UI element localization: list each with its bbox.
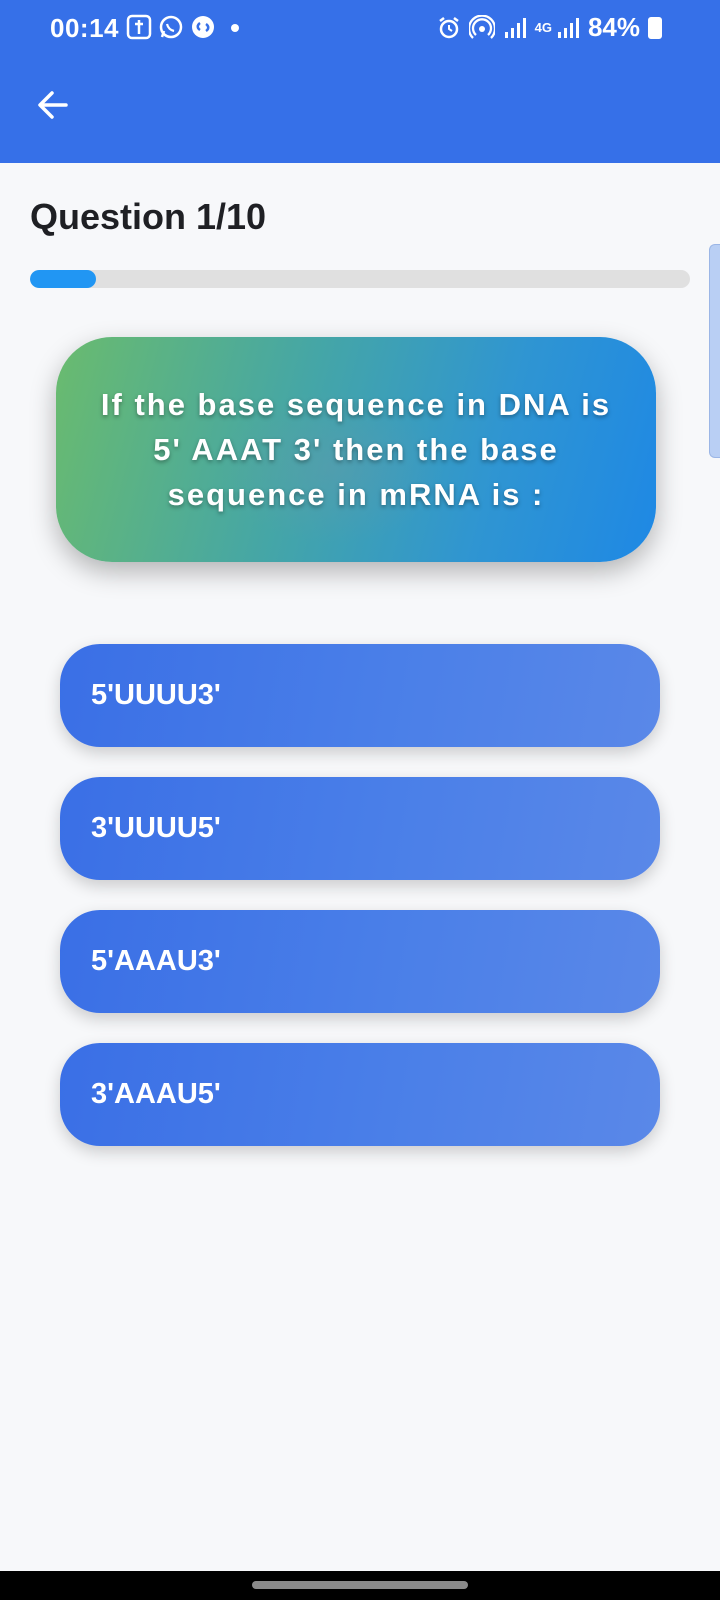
status-bar: 00:14 4G 84% bbox=[0, 0, 720, 56]
navigation-bar bbox=[0, 1571, 720, 1600]
progress-bar-fill bbox=[30, 270, 96, 288]
battery-charging-icon bbox=[648, 16, 662, 39]
question-text: If the base sequence in DNA is 5' AAAT 3… bbox=[100, 387, 612, 512]
4g-signal-icon: 4G bbox=[535, 16, 580, 40]
bible-app-icon bbox=[126, 14, 152, 40]
scrollbar[interactable] bbox=[709, 244, 720, 458]
signal-icon bbox=[504, 17, 526, 38]
hotspot-icon bbox=[468, 14, 495, 39]
whatsapp-icon bbox=[158, 14, 184, 40]
shazam-icon bbox=[190, 14, 216, 40]
question-counter: Question 1/10 bbox=[30, 196, 267, 237]
back-button[interactable] bbox=[28, 80, 78, 130]
option-button[interactable]: 3'AAAU5' bbox=[60, 1043, 660, 1146]
option-button[interactable]: 5'AAAU3' bbox=[60, 910, 660, 1013]
option-button[interactable]: 5'UUUU3' bbox=[60, 644, 660, 747]
arrow-left-icon bbox=[38, 91, 68, 119]
system-status-icons: 4G 84% bbox=[437, 12, 662, 43]
app-bar bbox=[0, 56, 720, 163]
notification-icons bbox=[126, 14, 248, 40]
progress-bar bbox=[30, 270, 690, 288]
dot-icon bbox=[222, 14, 248, 40]
answer-options: 5'UUUU3' 3'UUUU5' 5'AAAU3' 3'AAAU5' bbox=[60, 644, 660, 1176]
status-time: 00:14 bbox=[50, 13, 119, 43]
home-gesture-handle[interactable] bbox=[252, 1581, 468, 1589]
battery-percentage: 84% bbox=[587, 12, 640, 42]
alarm-icon bbox=[438, 16, 459, 38]
question-card: If the base sequence in DNA is 5' AAAT 3… bbox=[56, 337, 656, 562]
network-label: 4G bbox=[534, 19, 552, 35]
option-button[interactable]: 3'UUUU5' bbox=[60, 777, 660, 880]
